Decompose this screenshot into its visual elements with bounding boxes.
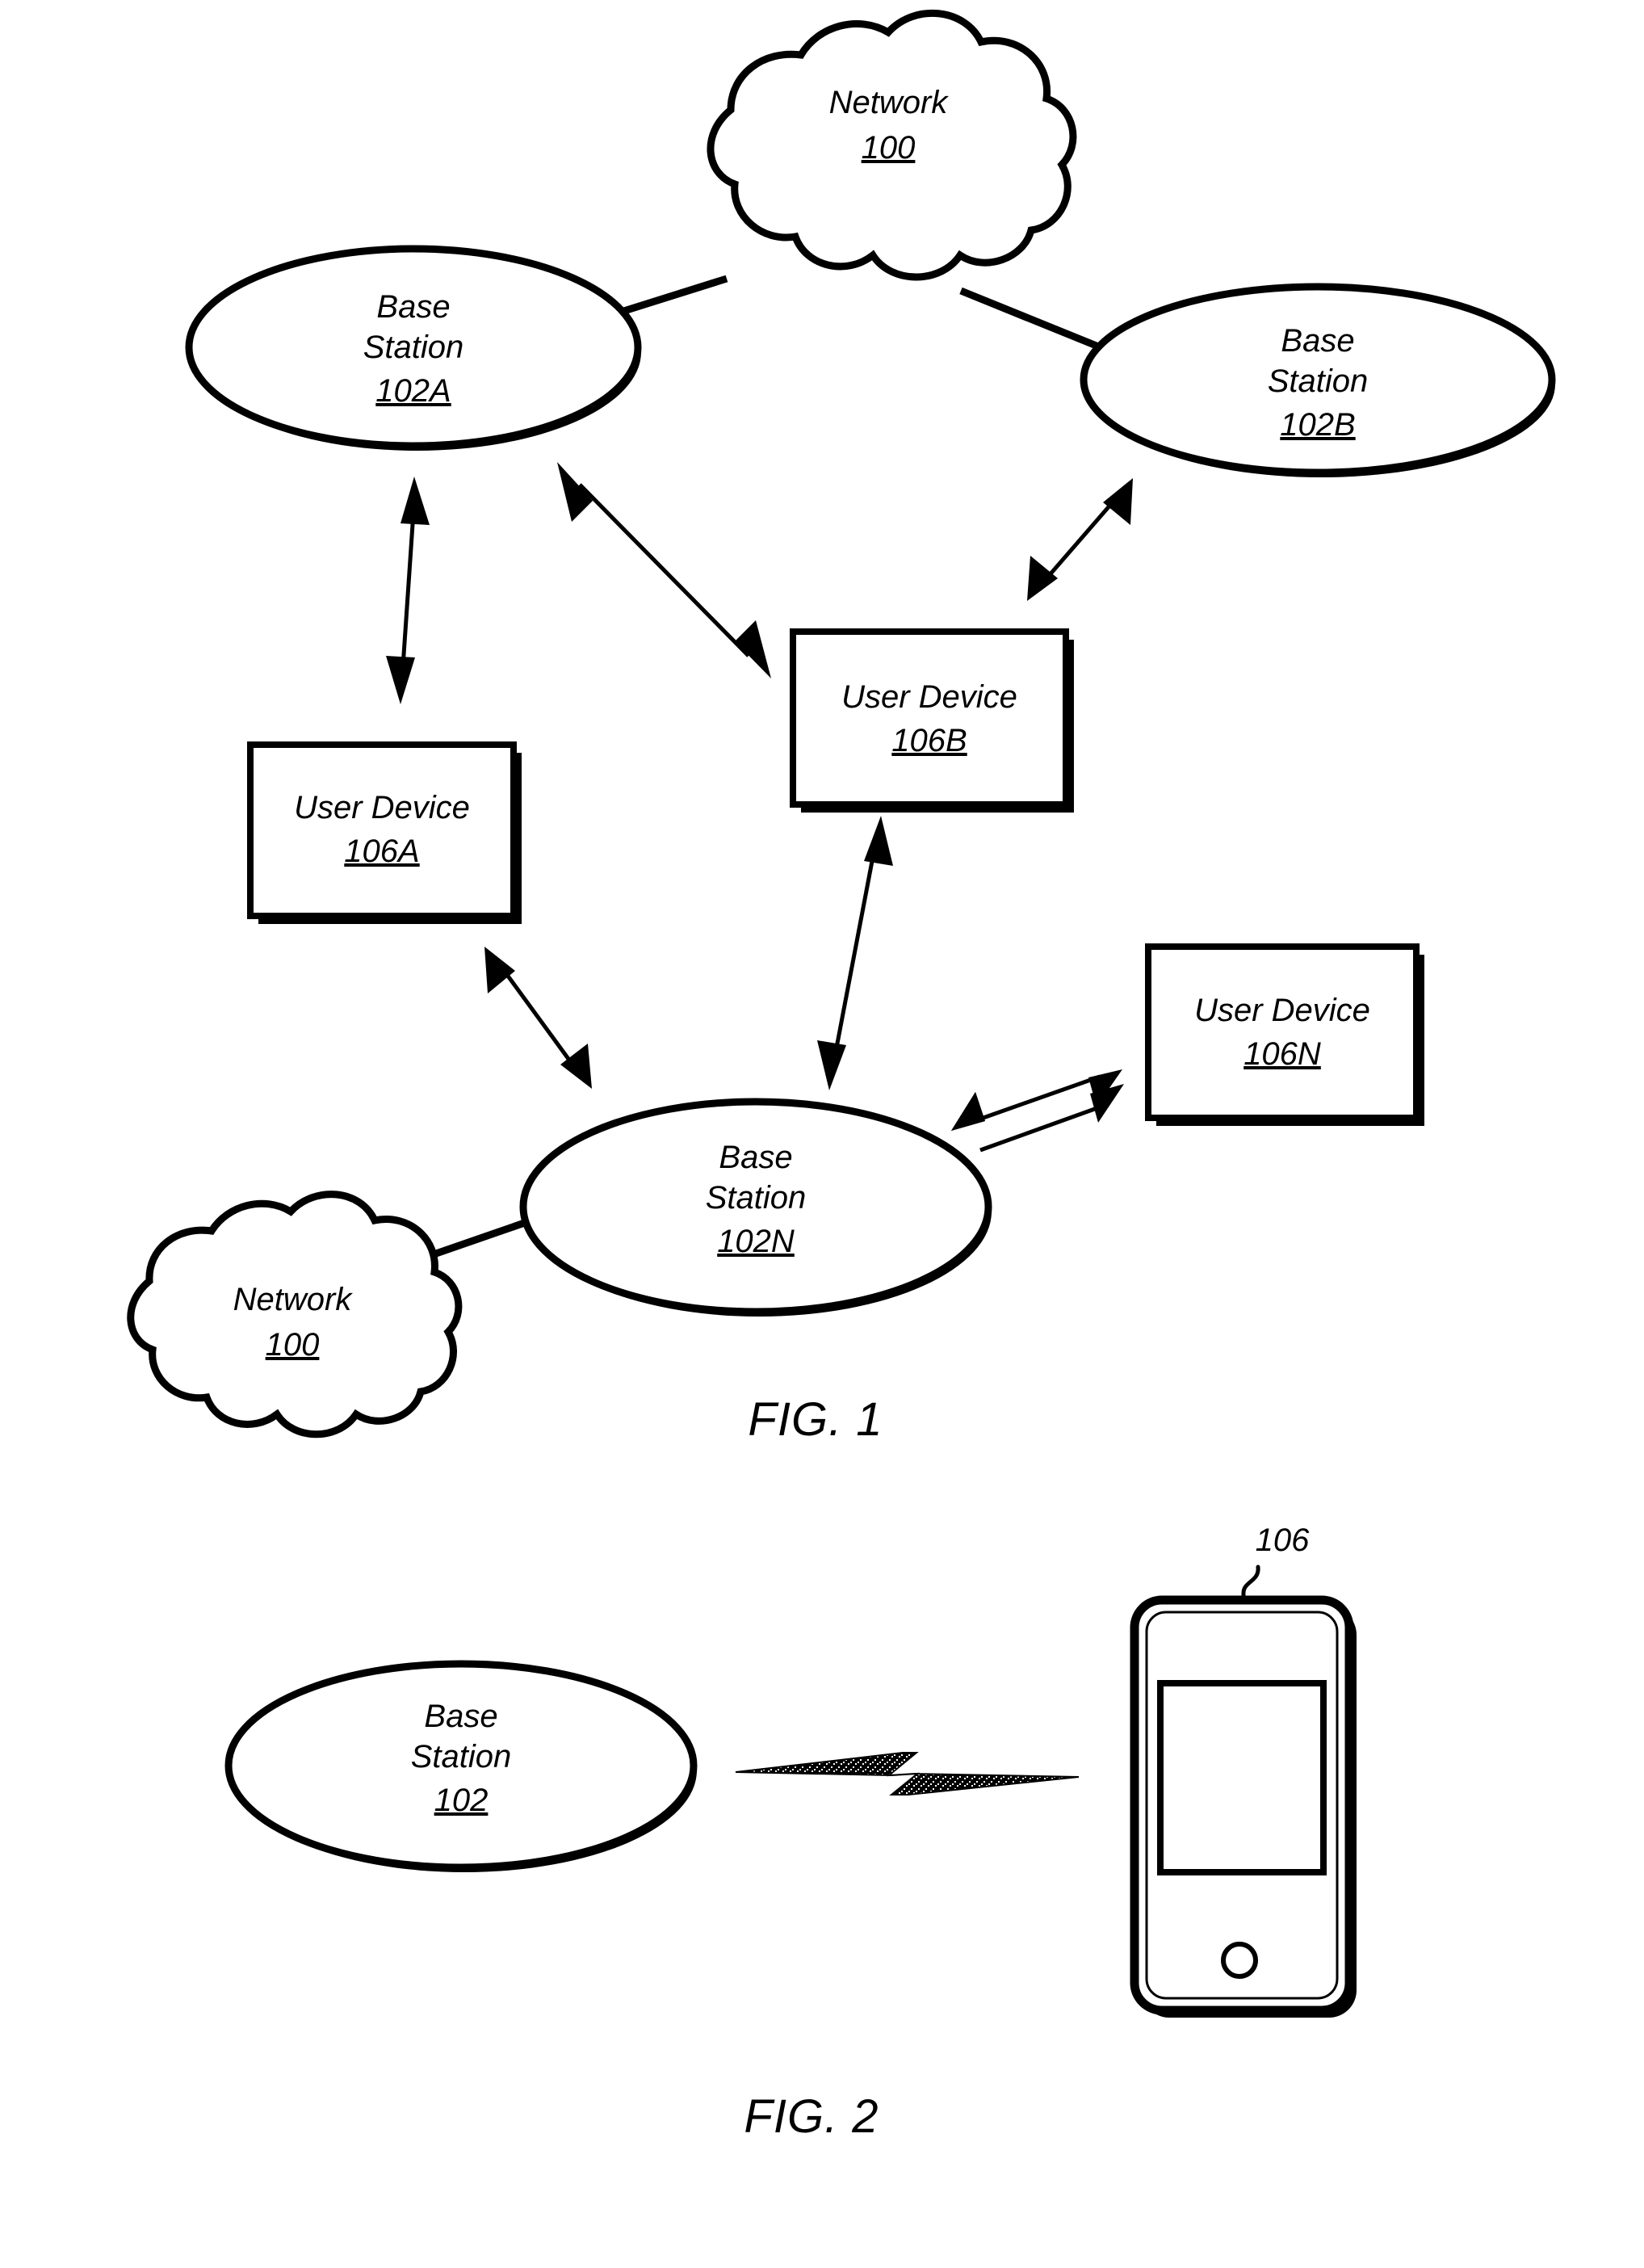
user-device-a-ref: 106A — [344, 834, 419, 869]
patent-figure-sheet: Network 100 Base Station 102A Base Stati… — [0, 0, 1644, 2268]
user-device-b-title: User Device — [841, 679, 1017, 715]
node-base-station-n: Base Station 102N — [519, 1098, 992, 1317]
user-device-n-title: User Device — [1194, 993, 1370, 1028]
base-station-b-ref: 102B — [1280, 407, 1355, 443]
base-station-a-title-1: Base — [376, 289, 450, 325]
node-base-station-a: Base Station 102A — [185, 245, 642, 451]
arrow-user-device-a-to-base-station-n — [484, 947, 592, 1089]
arrow-base-station-b-to-user-device-b — [1027, 478, 1133, 601]
network-bottom-ref: 100 — [266, 1327, 320, 1363]
node-user-device-a: User Device 106A — [247, 741, 522, 924]
base-station-b-title-2: Station — [1268, 363, 1369, 399]
figure-canvas: Network 100 Base Station 102A Base Stati… — [127, 9, 1556, 2143]
figure-1-caption: FIG. 1 — [748, 1393, 883, 1446]
node-user-device-b: User Device 106B — [790, 628, 1074, 813]
figure-2-caption: FIG. 2 — [744, 2090, 879, 2143]
base-station-102-title-1: Base — [424, 1699, 497, 1734]
user-device-n-ref: 106N — [1243, 1036, 1321, 1072]
base-station-102-ref: 102 — [434, 1783, 489, 1818]
user-device-a-title: User Device — [294, 790, 470, 825]
base-station-a-ref: 102A — [375, 373, 451, 409]
arrow-base-station-a-to-user-device-b — [557, 462, 771, 678]
network-top-title: Network — [829, 85, 950, 120]
base-station-n-ref: 102N — [717, 1224, 795, 1259]
phone-home-button-icon[interactable] — [1221, 1942, 1258, 1979]
node-network-bottom: Network 100 — [127, 1191, 463, 1438]
network-bottom-title: Network — [233, 1282, 354, 1317]
user-device-b-ref: 106B — [891, 723, 967, 758]
base-station-n-title-1: Base — [719, 1140, 792, 1175]
base-station-102-title-2: Station — [411, 1739, 512, 1774]
base-station-b-title-1: Base — [1281, 323, 1354, 359]
node-network-top: Network 100 — [707, 9, 1077, 281]
base-station-n-title-2: Station — [706, 1180, 807, 1216]
arrow-user-device-b-to-base-station-n — [817, 816, 893, 1090]
node-user-device-phone: 106 — [1130, 1522, 1357, 2018]
base-station-a-title-2: Station — [363, 330, 464, 365]
phone-screen — [1157, 1680, 1327, 1875]
connector-network-to-base-station-b — [959, 287, 1112, 355]
lightning-bolt-icon — [735, 1752, 1080, 1796]
phone-ref-label: 106 — [1256, 1522, 1310, 1558]
arrow-base-station-a-to-user-device-a — [386, 477, 430, 704]
arrow-base-station-n-to-user-device-n-lower — [951, 1084, 1124, 1153]
node-base-station-102: Base Station 102 — [224, 1660, 698, 1872]
network-top-ref: 100 — [862, 130, 916, 166]
node-base-station-b: Base Station 102B — [1080, 283, 1556, 477]
figure-2-group: Base Station 102 106 FIG. 2 — [224, 1522, 1357, 2143]
node-user-device-n: User Device 106N — [1145, 943, 1424, 1126]
figure-1-group: Network 100 Base Station 102A Base Stati… — [127, 9, 1556, 1446]
